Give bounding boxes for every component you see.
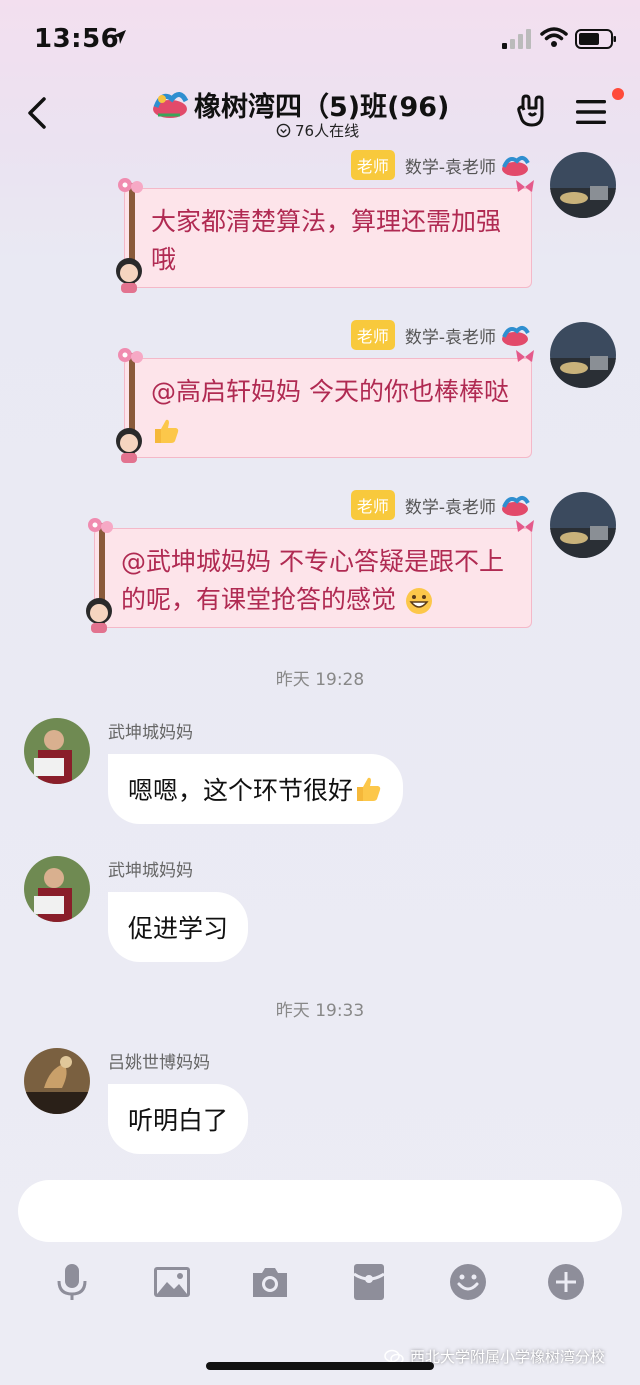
message-line: @武坤城妈妈 不专心答疑是跟不上 bbox=[121, 547, 504, 576]
sender-name: 数学-袁老师 bbox=[404, 497, 496, 518]
butterfly-icon bbox=[516, 520, 534, 532]
online-count: 76人在线 bbox=[276, 120, 359, 141]
sender-name: 武坤城妈妈 bbox=[108, 861, 193, 881]
girl-avatar-icon bbox=[116, 258, 142, 293]
sender-name: 吕姚世博妈妈 bbox=[108, 1053, 210, 1073]
wifi-icon bbox=[540, 27, 568, 47]
group-logo-icon bbox=[153, 92, 189, 118]
grinning-face-emoji-icon bbox=[405, 588, 432, 614]
message-bubble[interactable]: 嗯嗯，这个环节很好 bbox=[108, 754, 404, 824]
teacher-message: 老师 数学-袁老师 @武坤城妈妈 不专心答疑是跟不上 的呢，有课堂抢答的感觉 bbox=[0, 490, 640, 650]
sender-name: 武坤城妈妈 bbox=[108, 723, 193, 743]
flower-decoration-icon bbox=[88, 518, 113, 533]
thumbs-up-emoji-icon bbox=[357, 777, 381, 801]
message-bubble[interactable]: 大家都清楚算法，算理还需加强 哦 bbox=[116, 178, 534, 293]
message-bubble[interactable]: @武坤城妈妈 不专心答疑是跟不上 的呢，有课堂抢答的感觉 bbox=[86, 518, 534, 633]
notification-dot bbox=[612, 88, 624, 100]
user-avatar[interactable] bbox=[24, 1048, 90, 1114]
chat-title: 橡树湾四（5)班(96) bbox=[194, 91, 450, 123]
rock-hand-gesture-icon[interactable] bbox=[516, 94, 550, 128]
message-text: 促进学习 bbox=[128, 914, 229, 943]
message-input[interactable] bbox=[18, 1180, 622, 1242]
online-count-text: 76人在线 bbox=[295, 122, 360, 140]
input-toolbar bbox=[0, 1262, 640, 1308]
message-line: 的呢，有课堂抢答的感觉 bbox=[121, 581, 519, 619]
battery-icon bbox=[575, 29, 616, 49]
user-message: 武坤城妈妈 促进学习 bbox=[0, 856, 640, 986]
group-logo-icon bbox=[502, 496, 530, 516]
thumbs-up-emoji-icon bbox=[155, 419, 179, 443]
butterfly-icon bbox=[516, 180, 534, 192]
menu-icon[interactable] bbox=[574, 98, 608, 126]
time-separator: 昨天 19:28 bbox=[275, 670, 365, 690]
group-logo-icon bbox=[502, 326, 530, 346]
teacher-avatar[interactable] bbox=[550, 492, 616, 558]
group-logo-icon bbox=[502, 156, 530, 176]
message-line: 大家都清楚算法，算理还需加强 bbox=[151, 207, 502, 236]
flower-decoration-icon bbox=[118, 178, 143, 193]
location-arrow-icon bbox=[112, 30, 126, 44]
message-text: 嗯嗯，这个环节很好 bbox=[128, 776, 354, 805]
teacher-badge: 老师 bbox=[350, 320, 395, 350]
butterfly-icon bbox=[516, 350, 534, 362]
teacher-message: 老师 数学-袁老师 大家都清楚算法，算理还需加强 哦 bbox=[0, 150, 640, 310]
back-arrow-icon[interactable] bbox=[24, 96, 50, 130]
red-packet-icon[interactable] bbox=[349, 1262, 389, 1302]
sender-line: 老师 数学-袁老师 bbox=[350, 490, 530, 520]
watermark-text: 西北大学附属小学橡树湾分校 bbox=[410, 1348, 606, 1366]
cellular-signal-icon bbox=[502, 29, 531, 49]
plus-icon[interactable] bbox=[546, 1262, 586, 1302]
chevron-circle-icon bbox=[276, 123, 291, 138]
user-avatar[interactable] bbox=[24, 856, 90, 922]
user-avatar[interactable] bbox=[24, 718, 90, 784]
message-bubble[interactable]: 听明白了 bbox=[108, 1084, 249, 1154]
status-time: 13:56 bbox=[34, 24, 120, 54]
camera-icon[interactable] bbox=[250, 1262, 290, 1302]
emoji-smile-icon[interactable] bbox=[448, 1262, 488, 1302]
teacher-avatar[interactable] bbox=[550, 322, 616, 388]
message-text: 听明白了 bbox=[128, 1106, 229, 1135]
chat-title-area[interactable]: 橡树湾四（5)班(96) bbox=[150, 84, 449, 124]
flower-decoration-icon bbox=[118, 348, 143, 363]
message-line: 哦 bbox=[151, 245, 177, 274]
message-bubble[interactable]: 促进学习 bbox=[108, 892, 249, 962]
sender-line: 老师 数学-袁老师 bbox=[350, 320, 530, 350]
user-message: 武坤城妈妈 嗯嗯，这个环节很好 bbox=[0, 718, 640, 848]
image-icon[interactable] bbox=[152, 1262, 192, 1302]
teacher-badge: 老师 bbox=[350, 490, 395, 520]
teacher-avatar[interactable] bbox=[550, 152, 616, 218]
sender-line: 老师 数学-袁老师 bbox=[350, 150, 530, 180]
message-line-text: 的呢，有课堂抢答的感觉 bbox=[121, 585, 397, 614]
message-line: @高启轩妈妈 今天的你也棒棒哒 bbox=[151, 377, 509, 406]
girl-avatar-icon bbox=[116, 428, 142, 463]
home-indicator[interactable] bbox=[206, 1362, 434, 1370]
chat-header: 橡树湾四（5)班(96) 76人在线 bbox=[0, 80, 640, 144]
sender-name: 数学-袁老师 bbox=[404, 157, 496, 178]
user-message: 吕姚世博妈妈 听明白了 bbox=[0, 1048, 640, 1178]
microphone-icon[interactable] bbox=[52, 1262, 92, 1302]
time-separator: 昨天 19:33 bbox=[275, 1001, 365, 1021]
status-bar: 13:56 bbox=[0, 0, 640, 80]
message-line bbox=[151, 411, 519, 449]
girl-avatar-icon bbox=[86, 598, 112, 633]
teacher-message: 老师 数学-袁老师 @高启轩妈妈 今天的你也棒棒哒 bbox=[0, 320, 640, 480]
message-bubble[interactable]: @高启轩妈妈 今天的你也棒棒哒 bbox=[116, 348, 534, 463]
teacher-badge: 老师 bbox=[350, 150, 395, 180]
sender-name: 数学-袁老师 bbox=[404, 327, 496, 348]
